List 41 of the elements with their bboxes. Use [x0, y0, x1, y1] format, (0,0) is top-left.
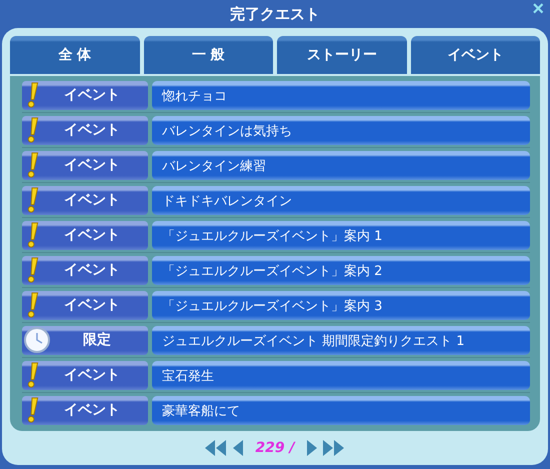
category-button[interactable]: イベント [22, 360, 148, 390]
category-button[interactable]: イベント [22, 150, 148, 180]
last-page-button[interactable] [323, 440, 345, 456]
category-button[interactable]: イベント [22, 290, 148, 320]
first-page-button[interactable] [205, 440, 227, 456]
quest-title-button[interactable]: バレンタインは気持ち [152, 116, 530, 144]
exclamation-icon [26, 257, 40, 283]
category-button[interactable]: イベント [22, 186, 148, 214]
exclamation-icon [26, 117, 40, 143]
exclamation-icon [26, 222, 40, 248]
category-button[interactable]: イベント [22, 256, 148, 284]
exclamation-icon [26, 187, 40, 213]
tab[interactable]: イベント [410, 36, 540, 74]
category-button[interactable]: イベント [22, 80, 148, 110]
exclamation-icon [26, 152, 40, 178]
quest-title-button[interactable]: 「ジュエルクルーズイベント」案内 1 [152, 220, 530, 250]
category-button[interactable]: イベント [22, 396, 148, 424]
tab[interactable]: 全 体 [10, 36, 140, 74]
exclamation-icon [26, 82, 40, 108]
next-page-button[interactable] [307, 440, 317, 456]
quest-title-button[interactable]: 「ジュエルクルーズイベント」案内 2 [152, 256, 530, 284]
quest-title-button[interactable]: バレンタイン練習 [152, 150, 530, 180]
category-button[interactable]: イベント [22, 220, 148, 250]
category-button[interactable]: 限定 [22, 326, 148, 354]
page-number: 229 / [254, 440, 296, 456]
close-button[interactable]: × [528, 0, 548, 18]
quest-title-button[interactable]: 惚れチョコ [152, 80, 530, 110]
category-button[interactable]: イベント [22, 116, 148, 144]
tab[interactable]: 一 般 [144, 36, 273, 74]
quest-title-button[interactable]: ドキドキバレンタイン [152, 186, 530, 214]
quest-title-button[interactable]: 「ジュエルクルーズイベント」案内 3 [152, 290, 530, 320]
tab[interactable]: ストーリー [277, 36, 406, 74]
exclamation-icon [26, 292, 40, 318]
clock-icon [24, 327, 50, 353]
quest-title-button[interactable]: 豪華客船にて [152, 396, 530, 424]
exclamation-icon [26, 397, 40, 423]
quest-title-button[interactable]: ジュエルクルーズイベント 期間限定釣りクエスト 1 [152, 326, 530, 354]
previous-page-button[interactable] [233, 440, 243, 456]
window-title: 完了クエスト [230, 4, 320, 24]
quest-title-button[interactable]: 宝石発生 [152, 360, 530, 390]
exclamation-icon [26, 362, 40, 388]
